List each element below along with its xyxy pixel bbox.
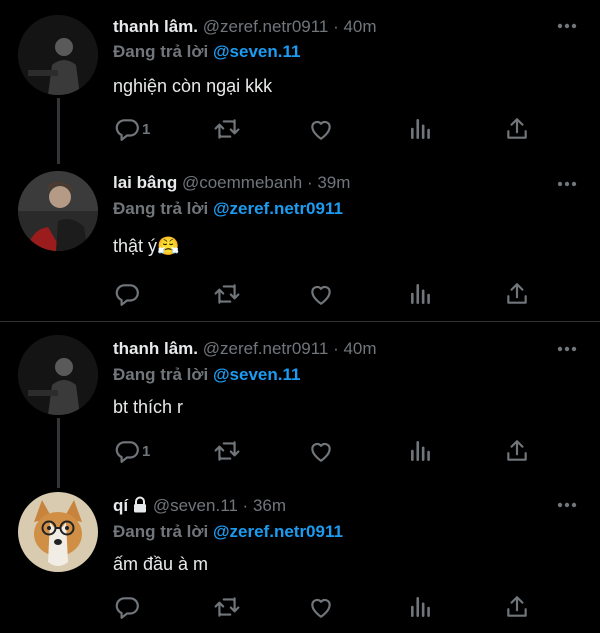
share-button[interactable] [504,114,530,144]
display-name[interactable]: thanh lâm. [113,17,198,36]
avatar[interactable] [18,15,98,95]
views-button[interactable] [408,114,434,144]
reply-prefix: Đang trả lời [113,522,209,541]
tweet-actions: 1 [110,436,530,466]
reply-count: 1 [142,442,151,460]
avatar[interactable] [18,171,98,251]
like-icon [311,442,331,462]
tweet-actions [110,279,530,309]
handle-time[interactable]: @seven.11 · 36m [153,496,286,515]
reply-button[interactable] [114,279,142,309]
retweet-icon [214,119,240,139]
reply-prefix: Đang trả lời [113,199,209,218]
like-button[interactable] [308,279,334,309]
views-icon [411,597,430,617]
tweet-header: thanh lâm. @zeref.netr0911 · 40m [113,339,377,359]
tweet-header: qí @seven.11 · 36m [113,496,286,516]
tweet-header: thanh lâm. @zeref.netr0911 · 40m [113,17,377,37]
avatar[interactable] [18,492,98,572]
reply-icon [115,597,139,619]
reply-prefix: Đang trả lời [113,42,209,61]
views-icon [411,441,430,461]
retweet-button[interactable] [214,436,240,466]
reply-context: Đang trả lời @zeref.netr0911 [113,199,343,219]
tweet-actions [110,592,530,622]
retweet-icon [214,284,240,304]
display-name[interactable]: qí [113,496,128,515]
reply-context: Đang trả lời @seven.11 [113,365,300,385]
views-button[interactable] [408,279,434,309]
tweet-actions: 1 [110,114,530,144]
tweet-text: ấm đầu à m [113,554,209,574]
handle-time[interactable]: @zeref.netr0911 · 40m [203,339,377,358]
thread-line [57,418,60,488]
views-button[interactable] [408,436,434,466]
reply-icon [115,284,139,306]
tweet-text: nghiện còn ngại kkk [113,76,273,96]
share-button[interactable] [504,436,530,466]
more-icon[interactable] [556,501,578,509]
share-icon [507,118,527,139]
more-icon[interactable] [556,345,578,353]
reply-mention[interactable]: @seven.11 [213,365,300,384]
reply-icon [115,441,139,463]
share-button[interactable] [504,592,530,622]
more-icon[interactable] [556,180,578,188]
views-icon [411,119,430,139]
share-icon [507,596,527,617]
reply-mention[interactable]: @zeref.netr0911 [213,522,343,541]
retweet-button[interactable] [214,592,240,622]
reply-button[interactable]: 1 [114,114,150,144]
share-button[interactable] [504,279,530,309]
share-icon [507,283,527,304]
like-button[interactable] [308,114,334,144]
views-button[interactable] [408,592,434,622]
lock-icon [134,496,147,513]
like-icon [311,598,331,618]
tweet-header: lai bâng @coemmebanh · 39m [113,173,350,193]
handle-time[interactable]: @coemmebanh · 39m [182,173,350,192]
reply-icon [115,119,139,141]
like-button[interactable] [308,436,334,466]
retweet-button[interactable] [214,114,240,144]
like-icon [311,285,331,305]
share-icon [507,440,527,461]
views-icon [411,284,430,304]
reply-context: Đang trả lời @seven.11 [113,42,300,62]
tweet-text: bt thích r [113,397,184,417]
tweet-text: thật ý😤 [113,236,180,256]
reply-mention[interactable]: @zeref.netr0911 [213,199,343,218]
display-name[interactable]: lai bâng [113,173,177,192]
reply-prefix: Đang trả lời [113,365,209,384]
more-icon[interactable] [556,22,578,30]
display-name[interactable]: thanh lâm. [113,339,198,358]
retweet-icon [214,441,240,461]
handle-time[interactable]: @zeref.netr0911 · 40m [203,17,377,36]
reply-mention[interactable]: @seven.11 [213,42,300,61]
like-button[interactable] [308,592,334,622]
retweet-button[interactable] [214,279,240,309]
thread-line [57,98,60,164]
reply-count: 1 [142,120,151,138]
divider [0,321,600,322]
avatar[interactable] [18,335,98,415]
retweet-icon [214,597,240,617]
reply-context: Đang trả lời @zeref.netr0911 [113,522,343,542]
reply-button[interactable] [114,592,142,622]
reply-button[interactable]: 1 [114,436,150,466]
like-icon [311,120,331,140]
